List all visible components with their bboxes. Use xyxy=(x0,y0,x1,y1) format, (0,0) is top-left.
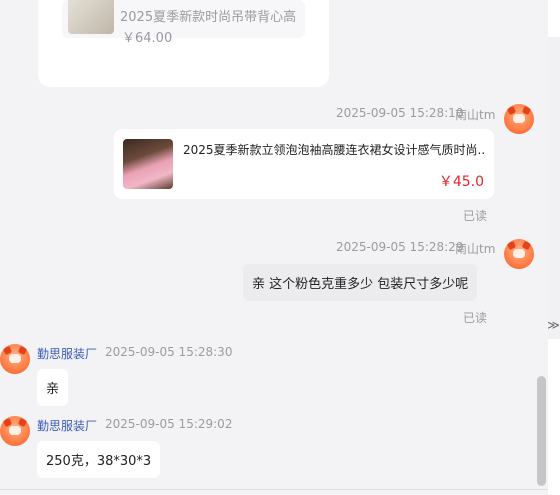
input-area-divider xyxy=(0,489,548,490)
side-panel-edge xyxy=(548,0,560,495)
message-timestamp: 2025-09-05 15:28:10 xyxy=(336,106,464,120)
seller-name[interactable]: 勤思服装厂 xyxy=(37,345,97,362)
sender-name: 南山tm xyxy=(455,108,496,122)
seller-avatar-icon[interactable] xyxy=(0,416,30,446)
read-status: 已读 xyxy=(463,209,488,223)
previous-product-title: 2025夏季新款时尚吊带背心高 xyxy=(120,10,297,25)
double-chevron-right-icon[interactable]: ≫ xyxy=(547,316,560,334)
read-status: 已读 xyxy=(463,311,488,325)
seller-message-bubble[interactable]: 亲 xyxy=(37,369,69,406)
message-timestamp: 2025-09-05 15:28:29 xyxy=(336,240,464,254)
product-price: ￥45.0 xyxy=(438,174,484,190)
side-panel-strip xyxy=(548,37,560,339)
product-card-message[interactable]: 2025夏季新款立领泡泡袖高腰连衣裙女设计感气质时尚... ￥45.0 xyxy=(114,129,494,199)
my-avatar-icon[interactable] xyxy=(504,239,534,269)
previous-product-thumbnail xyxy=(68,0,114,34)
previous-product-message: 2025夏季新款时尚吊带背心高 ￥64.00 xyxy=(38,0,329,87)
seller-name[interactable]: 勤思服装厂 xyxy=(37,417,97,434)
my-avatar-icon[interactable] xyxy=(504,104,534,134)
chat-message-panel: 2025夏季新款时尚吊带背心高 ￥64.00 2025-09-05 15:28:… xyxy=(0,0,548,495)
previous-product-price: ￥64.00 xyxy=(122,31,173,46)
previous-product-card[interactable]: 2025夏季新款时尚吊带背心高 ￥64.00 xyxy=(62,0,305,46)
product-title: 2025夏季新款立领泡泡袖高腰连衣裙女设计感气质时尚... xyxy=(183,143,485,157)
my-message-bubble[interactable]: 亲 这个粉色克重多少 包装尺寸多少呢 xyxy=(243,264,478,301)
seller-avatar-icon[interactable] xyxy=(0,344,30,374)
sender-name: 南山tm xyxy=(455,242,496,256)
product-thumbnail xyxy=(123,139,173,189)
chat-scrollbar[interactable] xyxy=(537,376,546,486)
message-timestamp: 2025-09-05 15:28:30 xyxy=(105,345,233,359)
message-timestamp: 2025-09-05 15:29:02 xyxy=(105,417,233,431)
seller-message-bubble[interactable]: 250克，38*30*3 xyxy=(37,441,161,478)
